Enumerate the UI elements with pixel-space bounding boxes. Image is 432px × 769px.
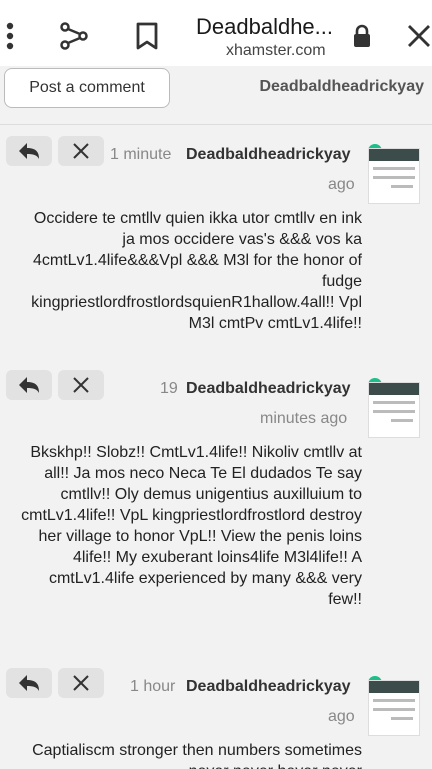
bookmark-icon[interactable] [125, 14, 169, 58]
delete-button[interactable] [58, 370, 104, 400]
comment-author[interactable]: Deadbaldheadrickyay [186, 146, 351, 164]
reply-button[interactable] [6, 668, 52, 698]
comment-post-bar: Post a comment Deadbaldheadrickyay [0, 66, 432, 126]
delete-button[interactable] [58, 136, 104, 166]
avatar[interactable] [368, 382, 420, 438]
comment-time-suffix: ago [328, 176, 355, 193]
divider [0, 124, 432, 125]
avatar[interactable] [368, 148, 420, 204]
reply-button[interactable] [6, 370, 52, 400]
delete-button[interactable] [58, 668, 104, 698]
avatar[interactable] [368, 680, 420, 736]
share-icon[interactable] [52, 14, 96, 58]
comment-author[interactable]: Deadbaldheadrickyay [186, 380, 351, 398]
comment-text: Bkskhp!! Slobz!! CmtLv1.4life!! Nikoliv … [21, 444, 362, 608]
current-username: Deadbaldheadrickyay [259, 78, 424, 95]
comment-time: 19 [160, 380, 178, 397]
comment-time: 1 minute [110, 146, 172, 163]
reply-button[interactable] [6, 136, 52, 166]
comment-time: 1 hour [130, 678, 176, 695]
comment-item: 1 minute Deadbaldheadrickyay ago Occider… [0, 136, 432, 346]
page-domain[interactable]: xhamster.com [226, 42, 326, 60]
page-title[interactable]: Deadbaldhe... [196, 14, 333, 40]
comment-author[interactable]: Deadbaldheadrickyay [186, 678, 351, 696]
more-menu-icon[interactable] [0, 14, 32, 58]
comment-text: Captialiscm stronger then numbers someti… [32, 742, 362, 769]
comment-time-suffix: minutes ago [260, 410, 348, 427]
comment-text: Occidere te cmtllv quien ikka utor cmtll… [31, 210, 362, 332]
comment-item: 1 hour Deadbaldheadrickyay ago Captialis… [0, 668, 432, 769]
lock-icon [340, 14, 384, 58]
post-comment-button[interactable]: Post a comment [4, 68, 170, 108]
comment-item: 19 Deadbaldheadrickyay minutes ago Bkskh… [0, 370, 432, 640]
comment-time-suffix: ago [328, 708, 355, 725]
close-icon[interactable] [397, 14, 432, 58]
